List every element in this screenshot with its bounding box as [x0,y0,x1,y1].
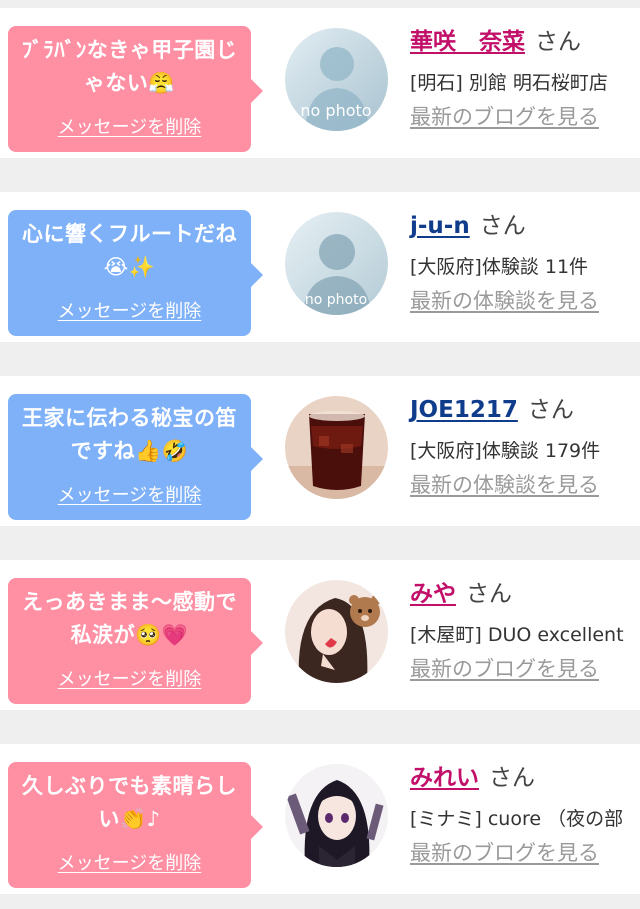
message-text: 久しぶりでも素晴らしい👏♪ [22,774,237,831]
latest-post-link[interactable]: 最新の体験談を見る [410,286,599,316]
avatar[interactable] [285,580,388,683]
message-list: ﾌﾞﾗﾊﾞﾝなきゃ甲子園じゃない😤 メッセージを削除 no photo 華咲 奈… [0,0,640,909]
user-name-link[interactable]: j-u-n [410,213,470,239]
user-meta: [大阪府]体験談 11件 [410,256,589,278]
user-meta: [ミナミ] cuore （夜の部 [410,808,624,830]
user-name-row: JOE1217 さん [410,394,574,426]
message-card: ﾌﾞﾗﾊﾞﾝなきゃ甲子園じゃない😤 メッセージを削除 no photo 華咲 奈… [0,8,640,158]
honorific: さん [489,765,535,791]
message-bubble: 王家に伝わる秘宝の笛ですね👍🤣 メッセージを削除 [8,394,263,520]
delete-message-link[interactable]: メッセージを削除 [8,852,251,876]
delete-message-link[interactable]: メッセージを削除 [8,300,251,324]
no-photo-avatar-image: no photo [285,28,388,131]
user-name-link[interactable]: みれい [410,765,479,791]
user-meta: [木屋町] DUO excellent [410,624,624,646]
delete-message-link[interactable]: メッセージを削除 [8,484,251,508]
message-bubble: ﾌﾞﾗﾊﾞﾝなきゃ甲子園じゃない😤 メッセージを削除 [8,26,263,152]
message-bubble: えっあきまま〜感動で私涙が🥺💗 メッセージを削除 [8,578,263,704]
message-bubble: 久しぶりでも素晴らしい👏♪ メッセージを削除 [8,762,263,888]
message-card: えっあきまま〜感動で私涙が🥺💗 メッセージを削除 みや さん [木屋町] DUO … [0,560,640,710]
user-name-row: 華咲 奈菜 さん [410,26,581,58]
drink-glass-avatar-image [285,396,388,499]
avatar[interactable] [285,396,388,499]
message-text: 心に響くフルートだね😭✨ [22,222,237,279]
user-meta: [明石] 別館 明石桜町店 [410,72,608,94]
honorific: さん [527,397,574,423]
user-name-row: j-u-n さん [410,210,526,242]
latest-post-link[interactable]: 最新の体験談を見る [410,470,599,500]
user-name-row: みや さん [410,578,512,610]
user-meta: [大阪府]体験談 179件 [410,440,601,462]
user-name-link[interactable]: JOE1217 [410,397,518,423]
honorific: さん [479,213,526,239]
woman-selfie-avatar-image [285,580,388,683]
avatar[interactable]: no photo [285,28,388,131]
message-card: 王家に伝わる秘宝の笛ですね👍🤣 メッセージを削除 JOE1217 さん [大阪府]… [0,376,640,526]
honorific: さん [466,581,512,607]
user-name-link[interactable]: 華咲 奈菜 [410,29,525,55]
latest-post-link[interactable]: 最新のブログを見る [410,102,599,132]
message-text: 王家に伝わる秘宝の笛ですね👍🤣 [22,406,237,463]
avatar[interactable] [285,764,388,867]
no-photo-caption: no photo [305,292,367,308]
message-bubble: 心に響くフルートだね😭✨ メッセージを削除 [8,210,263,336]
honorific: さん [535,29,581,55]
delete-message-link[interactable]: メッセージを削除 [8,116,251,140]
latest-post-link[interactable]: 最新のブログを見る [410,838,599,868]
latest-post-link[interactable]: 最新のブログを見る [410,654,599,684]
user-name-link[interactable]: みや [410,581,456,607]
message-card: 心に響くフルートだね😭✨ メッセージを削除 no photo j-u-n さん [… [0,192,640,342]
user-name-row: みれい さん [410,762,535,794]
no-photo-caption: no photo [300,101,371,120]
no-photo-avatar-image: no photo [285,212,388,315]
message-text: ﾌﾞﾗﾊﾞﾝなきゃ甲子園じゃない😤 [21,38,238,95]
anime-character-avatar-image [285,764,388,867]
message-text: えっあきまま〜感動で私涙が🥺💗 [22,590,237,647]
delete-message-link[interactable]: メッセージを削除 [8,668,251,692]
avatar[interactable]: no photo [285,212,388,315]
message-card: 久しぶりでも素晴らしい👏♪ メッセージを削除 みれい さん [ミナミ] cuore… [0,744,640,894]
